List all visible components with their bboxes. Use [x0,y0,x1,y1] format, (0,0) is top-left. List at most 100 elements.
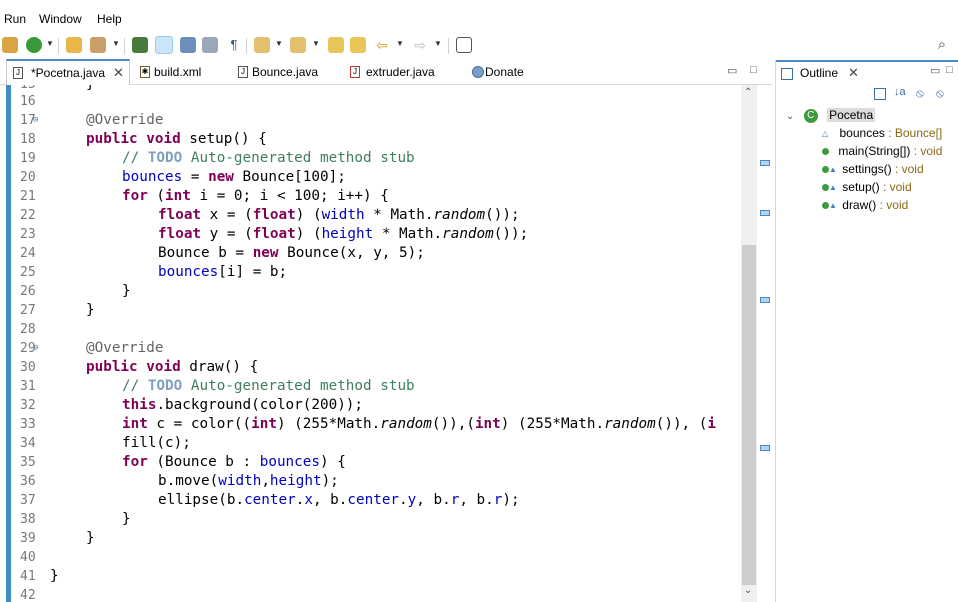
code-line: } [86,302,95,318]
fold-toggle-icon[interactable]: ⊖ [33,339,38,358]
ant-file-icon: ✱ [140,66,150,78]
code-line: @Override [86,340,164,356]
line-number: 27 [20,303,36,318]
member-name: settings() [842,162,892,176]
line-number: 34 [20,436,36,451]
member-name: bounces [839,126,885,140]
maximize-icon[interactable]: □ [750,64,757,76]
highlight-pen-icon[interactable] [155,36,173,54]
maximize-icon[interactable]: □ [946,64,953,76]
forward-edit-icon[interactable] [350,37,366,53]
collapse-all-icon[interactable] [874,88,886,100]
override-icon: ▲ [829,182,837,192]
member-type: : void [891,162,924,176]
code-line: for (Bounce b : bounces) { [122,454,346,470]
tab-label: extruder.java [366,65,435,79]
tab-donate[interactable]: Donate [466,60,546,84]
search-icon[interactable]: ⌕ [934,37,950,53]
tab-label: Donate [485,65,524,79]
menu-help[interactable]: Help [97,12,122,26]
code-line: public void setup() { [86,131,267,147]
outline-member-settings[interactable]: ▲ settings() : void [822,160,924,178]
run-icon[interactable] [26,37,42,53]
menu-window[interactable]: Window [39,12,82,26]
line-number: 36 [20,474,36,489]
toolbar-separator [124,38,125,54]
fold-toggle-icon[interactable]: ⊖ [33,111,38,130]
overview-ruler [758,85,771,602]
line-number: 25 [20,265,36,280]
outline-member-bounces[interactable]: △ bounces : Bounce[] [822,124,942,142]
sort-alpha-icon[interactable]: ↓a [894,86,906,98]
menu-run[interactable]: Run [4,12,26,26]
minimize-icon[interactable]: ▭ [727,64,737,77]
tab-label: Bounce.java [252,65,319,79]
new-window-icon[interactable] [456,37,472,53]
pilcrow-icon[interactable]: ¶ [226,37,242,53]
code-editor[interactable]: 15} 16 17⊖@Override 18public void setup(… [0,85,758,602]
hide-static-icon[interactable]: ⦸ [936,86,944,101]
chevron-down-icon[interactable]: ▼ [275,39,283,48]
last-edit-icon[interactable] [328,37,344,53]
member-type: : void [879,180,912,194]
tab-bounce-java[interactable]: J Bounce.java [232,60,332,84]
overview-marker[interactable] [760,160,770,166]
scroll-up-icon[interactable]: ⌃ [744,87,752,98]
code-line: ellipse(b.center.x, b.center.y, b.r, b.r… [158,492,520,508]
tab-pocetna-java[interactable]: J *Pocetna.java ✕ [6,59,130,86]
code-line: // TODO Auto-generated method stub [122,150,415,166]
prev-annotation-icon[interactable] [290,37,306,53]
minimize-icon[interactable]: ▭ [930,64,940,77]
code-line: Bounce b = new Bounce(x, y, 5); [158,245,425,261]
tab-label: *Pocetna.java [31,66,106,80]
search-marker-icon[interactable] [132,37,148,53]
line-number: 37 [20,493,36,508]
line-number: 38 [20,512,36,527]
back-arrow-icon[interactable]: ⇦ [374,37,390,53]
chevron-down-icon[interactable]: ▼ [396,39,404,48]
outline-member-main[interactable]: main(String[]) : void [822,142,942,160]
package-icon[interactable] [2,37,18,53]
chevron-down-icon[interactable]: ▼ [112,39,120,48]
close-icon[interactable]: ✕ [113,61,124,85]
toolbar-separator [246,38,247,54]
outline-member-draw[interactable]: ▲ draw() : void [822,196,908,214]
next-annotation-icon[interactable] [254,37,270,53]
outline-class-pocetna[interactable]: ⌄ C Pocetna [786,106,876,124]
chevron-down-icon[interactable]: ⌄ [786,111,794,122]
code-line: } [50,568,59,584]
public-method-icon [822,166,829,174]
chevron-down-icon[interactable]: ▼ [312,39,320,48]
override-icon: ▲ [829,200,837,210]
scrollbar-thumb[interactable] [742,245,756,585]
line-number: 19 [20,151,36,166]
line-number: 20 [20,170,36,185]
line-number: 23 [20,227,36,242]
outline-member-setup[interactable]: ▲ setup() : void [822,178,912,196]
scroll-down-icon[interactable]: ⌄ [744,585,752,596]
chevron-down-icon[interactable]: ▼ [46,39,54,48]
code-line: float x = (float) (width * Math.random()… [158,207,520,223]
chevron-down-icon[interactable]: ▼ [434,39,442,48]
open-folder-icon[interactable] [66,37,82,53]
document-icon[interactable] [202,37,218,53]
outline-tab[interactable]: Outline ✕ ▭ □ [776,60,958,86]
toggle-block-icon[interactable] [180,37,196,53]
close-icon[interactable]: ✕ [848,65,859,81]
tab-extruder-java[interactable]: J extruder.java [344,60,454,84]
code-line: float y = (float) (height * Math.random(… [158,226,529,242]
overview-marker[interactable] [760,445,770,451]
line-number: 31 [20,379,36,394]
overview-marker[interactable] [760,297,770,303]
line-number: 28 [20,322,36,337]
hide-fields-icon[interactable]: ⦸ [916,86,924,101]
tool-icon[interactable] [90,37,106,53]
code-line: bounces = new Bounce[100]; [122,169,346,185]
line-number: 16 [20,94,36,109]
overview-marker[interactable] [760,210,770,216]
code-line: } [122,283,131,299]
line-number: 30 [20,360,36,375]
forward-arrow-icon[interactable]: ⇨ [412,37,428,53]
code-line: @Override [86,112,164,128]
tab-build-xml[interactable]: ✱ build.xml [134,60,224,84]
